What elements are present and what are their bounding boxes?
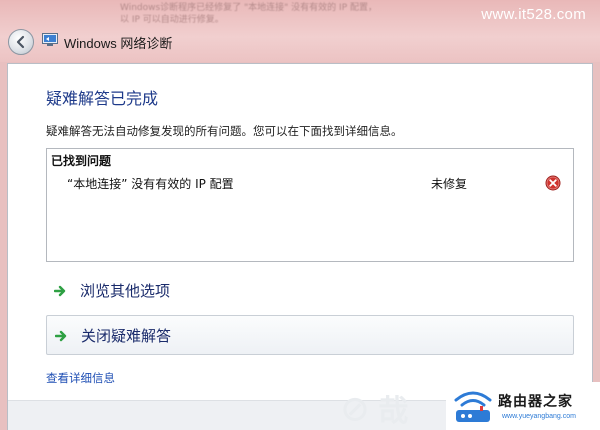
site-watermark: www.it528.com: [481, 6, 586, 23]
logo-name: 路由器之家: [498, 393, 573, 409]
view-details-link[interactable]: 查看详细信息: [46, 370, 115, 386]
problem-status: 未修复: [431, 177, 468, 191]
window-title: Windows 网络诊断: [64, 36, 173, 51]
faint-watermark: ⊘ 哉: [340, 395, 409, 428]
problem-name: “本地连接” 没有有效的 IP 配置: [67, 177, 234, 191]
problems-list: 已找到问题 “本地连接” 没有有效的 IP 配置 未修复: [46, 148, 574, 262]
logo-url: www.yueyangbang.com: [502, 413, 576, 420]
browse-options-button[interactable]: 浏览其他选项: [46, 271, 574, 311]
close-troubleshooter-label: 关闭疑难解答: [81, 327, 172, 345]
site-logo: 路由器之家 www.yueyangbang.com: [446, 382, 600, 430]
close-troubleshooter-button[interactable]: 关闭疑难解答: [46, 315, 574, 355]
title-bar: Windows 网络诊断: [0, 24, 600, 62]
problems-header: 已找到问题: [51, 154, 112, 168]
router-logo-icon: [454, 391, 492, 422]
browse-options-label: 浏览其他选项: [80, 282, 171, 300]
main-panel: 疑难解答已完成 疑难解答无法自动修复发现的所有问题。您可以在下面找到详细信息。 …: [7, 63, 593, 430]
green-arrow-icon: [55, 330, 67, 342]
green-arrow-icon: [54, 285, 66, 297]
background-text: Windows诊断程序已经修复了 "本地连接" 没有有效的 IP 配置， 以 I…: [120, 3, 377, 25]
page-description: 疑难解答无法自动修复发现的所有问题。您可以在下面找到详细信息。: [46, 124, 403, 138]
back-button[interactable]: [8, 29, 34, 55]
page-heading: 疑难解答已完成: [46, 89, 159, 108]
error-x-icon: [545, 175, 561, 191]
back-arrow-icon: [16, 35, 25, 49]
problem-row[interactable]: “本地连接” 没有有效的 IP 配置 未修复: [47, 173, 573, 195]
network-diagnostics-icon: [42, 33, 58, 46]
